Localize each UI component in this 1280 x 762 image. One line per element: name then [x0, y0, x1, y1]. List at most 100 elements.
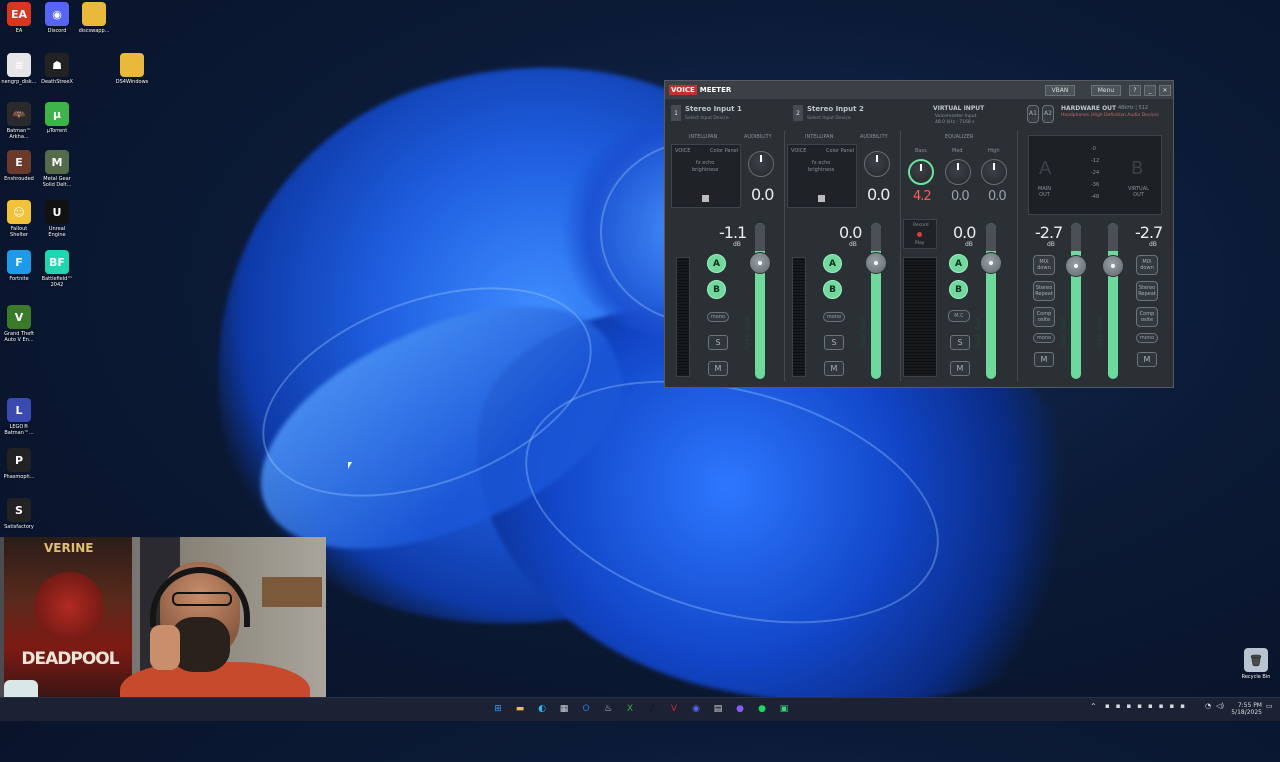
strip-1-mono-button[interactable]: mono: [707, 312, 729, 322]
voicemeeter-titlebar[interactable]: VOICE MEETER VBAN Menu ? _ ✕: [665, 81, 1173, 99]
strip-2-bus-a-button[interactable]: A: [823, 254, 842, 273]
strip-2-audibility-knob[interactable]: [864, 151, 890, 177]
volume-icon[interactable]: ◁): [1216, 702, 1224, 710]
record-icon[interactable]: [917, 232, 922, 237]
obs-icon[interactable]: ●: [733, 702, 747, 716]
desktop-icon[interactable]: U Unreal Engine: [38, 200, 76, 238]
virtual-fader[interactable]: Fader Gain: [975, 223, 996, 379]
vban-button[interactable]: VBAN: [1045, 85, 1075, 96]
clock[interactable]: 7:55 PM 5/18/2025: [1226, 702, 1262, 716]
master-b-mute-button[interactable]: M: [1137, 352, 1157, 367]
strip-1-fader[interactable]: Fader Gain: [744, 223, 765, 379]
desktop-icon[interactable]: E Enshrouded: [0, 150, 38, 182]
desktop-icon[interactable]: ≡ nengrp_disk...: [0, 53, 38, 85]
spotify-icon[interactable]: ●: [755, 702, 769, 716]
strip-1-fader-knob[interactable]: [749, 252, 771, 274]
close-button[interactable]: ✕: [1159, 85, 1171, 96]
virtual-bus-a-button[interactable]: A: [949, 254, 968, 273]
tray-icons[interactable]: ▪▪▪▪▪▪▪▪: [1105, 702, 1205, 710]
wifi-icon[interactable]: ◔: [1205, 702, 1211, 710]
strip-1-mute-button[interactable]: M: [708, 361, 728, 376]
strip-2-fader-knob[interactable]: [865, 252, 887, 274]
master-b-mono-button[interactable]: mono: [1136, 333, 1158, 343]
store-icon[interactable]: ▦: [557, 702, 571, 716]
master-b-stereo-repeat-button[interactable]: Stereo Repeat: [1136, 281, 1158, 301]
notification-icon[interactable]: ▭: [1266, 702, 1273, 710]
strip-1-header[interactable]: 1 Stereo Input 1 Select Input Device: [671, 103, 781, 125]
webcam-overlay: VERINE DEADPOOL: [0, 537, 326, 720]
start-icon[interactable]: ⊞: [491, 702, 505, 716]
virtual-fader-knob[interactable]: [980, 252, 1002, 274]
recorder-panel[interactable]: Record Play: [903, 219, 937, 249]
hardware-a2-button[interactable]: A2: [1042, 105, 1054, 123]
desktop-icon[interactable]: EA EA: [0, 2, 38, 34]
virtual-bus-b-button[interactable]: B: [949, 280, 968, 299]
desktop-icon-label: LEGO® Batman™...: [4, 424, 34, 436]
master-a-fader[interactable]: Fader Gain: [1060, 223, 1081, 379]
desktop-icon[interactable]: S Satisfactory: [0, 498, 38, 530]
strip-1-number: 1: [671, 105, 681, 121]
strip-2-audibility-label: AUDIBILITY: [860, 134, 888, 140]
desktop-icon[interactable]: BF Battlefield™ 2042: [38, 250, 76, 288]
file-explorer-icon[interactable]: ▬: [513, 702, 527, 716]
desktop-icon[interactable]: ☗ DeathStreeX: [38, 53, 76, 85]
desktop-icon[interactable]: V Grand Theft Auto V En...: [0, 305, 38, 343]
master-b-composite-button[interactable]: Comp osite: [1136, 307, 1158, 327]
virtual-mc-button[interactable]: M.C: [948, 310, 970, 322]
strip-2-fader[interactable]: Fader Gain: [860, 223, 881, 379]
voicemeeter-window[interactable]: VOICE MEETER VBAN Menu ? _ ✕ 1 Stereo In…: [664, 80, 1174, 388]
strip-2-pan-cursor[interactable]: [818, 195, 825, 202]
hardware-a1-button[interactable]: A1: [1027, 105, 1039, 123]
tiktok-icon[interactable]: ♪: [645, 702, 659, 716]
strip-1-bus-b-button[interactable]: B: [707, 280, 726, 299]
master-a-mute-button[interactable]: M: [1034, 352, 1054, 367]
desktop-icon[interactable]: 🦇 Batman™ Arkha...: [0, 102, 38, 140]
eq-high-knob[interactable]: [981, 159, 1007, 185]
master-b-fader[interactable]: Fader Gain: [1097, 223, 1118, 379]
virtual-mute-button[interactable]: M: [950, 361, 970, 376]
xbox-icon[interactable]: X: [623, 702, 637, 716]
strip-1-solo-button[interactable]: S: [708, 335, 728, 350]
desktop-icon[interactable]: L LEGO® Batman™...: [0, 398, 38, 436]
voicemeeter-icon[interactable]: V: [667, 702, 681, 716]
strip-2-mute-button[interactable]: M: [824, 361, 844, 376]
menu-button[interactable]: Menu: [1091, 85, 1121, 96]
outlook-icon[interactable]: O: [579, 702, 593, 716]
master-a-mono-button[interactable]: mono: [1033, 333, 1055, 343]
desktop-icon[interactable]: discswapp...: [75, 2, 113, 34]
master-b-mix-down-button[interactable]: MIX down: [1136, 255, 1158, 275]
master-a-stereo-repeat-button[interactable]: Stereo Repeat: [1033, 281, 1055, 301]
calculator-icon[interactable]: ▤: [711, 702, 725, 716]
strip-1-pan-cursor[interactable]: [702, 195, 709, 202]
desktop-icon[interactable]: µ µTorrent: [38, 102, 76, 134]
app-icon[interactable]: ▣: [777, 702, 791, 716]
desktop-icon[interactable]: DS4Windows: [113, 53, 151, 85]
desktop-icon[interactable]: ◉ Discord: [38, 2, 76, 34]
discord-icon[interactable]: ◉: [689, 702, 703, 716]
strip-1-intellipan-pad[interactable]: VOICE Color Panel fx echo brightness: [671, 144, 741, 208]
desktop-icon[interactable]: ☺ Fallout Shelter: [0, 200, 38, 238]
master-a-mix-down-button[interactable]: MIX down: [1033, 255, 1055, 275]
help-button[interactable]: ?: [1129, 85, 1141, 96]
strip-2-mono-button[interactable]: mono: [823, 312, 845, 322]
master-a-fader-knob[interactable]: [1065, 255, 1087, 277]
desktop-icon[interactable]: P Phasmoph...: [0, 448, 38, 480]
eq-bass-knob[interactable]: [908, 159, 934, 185]
desktop-icon[interactable]: F Fortnite: [0, 250, 38, 282]
desktop-icon[interactable]: M Metal Gear Solid Delt...: [38, 150, 76, 188]
tray-overflow-icon[interactable]: ⌃: [1090, 702, 1097, 711]
master-b-fader-knob[interactable]: [1102, 255, 1124, 277]
strip-1-bus-a-button[interactable]: A: [707, 254, 726, 273]
strip-2-solo-button[interactable]: S: [824, 335, 844, 350]
edge-icon[interactable]: ◐: [535, 702, 549, 716]
strip-2-bus-b-button[interactable]: B: [823, 280, 842, 299]
strip-2-intellipan-pad[interactable]: VOICE Color Panel fx echo brightness: [787, 144, 857, 208]
recycle-bin[interactable]: 🗑 Recycle Bin: [1237, 648, 1275, 680]
virtual-solo-button[interactable]: S: [950, 335, 970, 350]
minimize-button[interactable]: _: [1144, 85, 1156, 96]
strip-1-audibility-knob[interactable]: [748, 151, 774, 177]
steam-icon[interactable]: ♨: [601, 702, 615, 716]
master-a-composite-button[interactable]: Comp osite: [1033, 307, 1055, 327]
strip-2-header[interactable]: 2 Stereo Input 2 Select Input Device: [793, 103, 903, 125]
eq-med-knob[interactable]: [945, 159, 971, 185]
